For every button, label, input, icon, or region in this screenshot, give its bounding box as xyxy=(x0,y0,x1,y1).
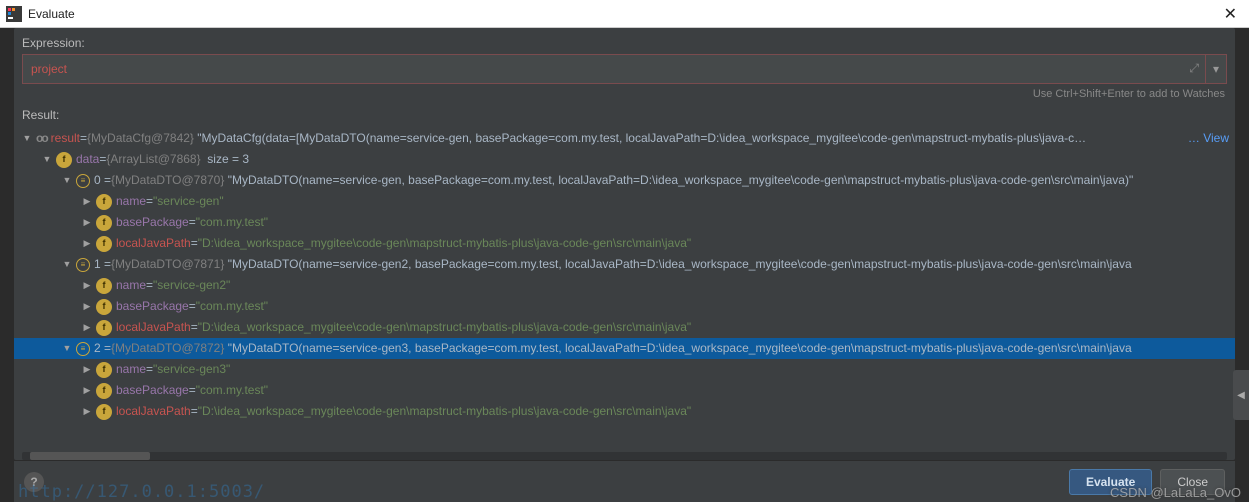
tree-row-field[interactable]: ▶flocalJavaPath = "D:\idea_workspace_myg… xyxy=(14,233,1235,254)
tree-row-item[interactable]: ▼≡1 = {MyDataDTO@7871} "MyDataDTO(name=s… xyxy=(14,254,1235,275)
tree-row-item[interactable]: ▼≡2 = {MyDataDTO@7872} "MyDataDTO(name=s… xyxy=(14,338,1235,359)
tree-row-field[interactable]: ▶flocalJavaPath = "D:\idea_workspace_myg… xyxy=(14,317,1235,338)
expand-toggle[interactable]: ▶ xyxy=(80,212,94,233)
expand-toggle[interactable]: ▶ xyxy=(80,191,94,212)
element-icon: ≡ xyxy=(76,174,90,188)
side-tool-button[interactable]: ◀ xyxy=(1233,370,1249,420)
window-title: Evaluate xyxy=(28,7,1218,21)
expand-toggle[interactable]: ▶ xyxy=(80,296,94,317)
expression-input[interactable]: project ⤢ xyxy=(22,54,1205,84)
tree-row-field[interactable]: ▶fname = "service-gen3" xyxy=(14,359,1235,380)
view-link[interactable]: … View xyxy=(1188,128,1235,149)
tree-row-field[interactable]: ▶flocalJavaPath = "D:\idea_workspace_myg… xyxy=(14,401,1235,422)
expression-history-dropdown[interactable]: ▾ xyxy=(1205,54,1227,84)
field-icon: f xyxy=(96,236,112,252)
tree-row-field[interactable]: ▶fbasePackage = "com.my.test" xyxy=(14,380,1235,401)
tree-row-field[interactable]: ▶fbasePackage = "com.my.test" xyxy=(14,212,1235,233)
field-icon: f xyxy=(96,383,112,399)
scrollbar-thumb[interactable] xyxy=(30,452,150,460)
evaluate-panel: Expression: project ⤢ ▾ Use Ctrl+Shift+E… xyxy=(14,28,1235,460)
horizontal-scrollbar[interactable] xyxy=(22,452,1227,460)
tree-row-item[interactable]: ▼≡0 = {MyDataDTO@7870} "MyDataDTO(name=s… xyxy=(14,170,1235,191)
field-icon: f xyxy=(96,362,112,378)
tree-row-result[interactable]: ▼ oo result = {MyDataCfg@7842} "MyDataCf… xyxy=(14,128,1235,149)
field-icon: f xyxy=(96,320,112,336)
tree-row-data[interactable]: ▼ f data = {ArrayList@7868} size = 3 xyxy=(14,149,1235,170)
result-icon: oo xyxy=(36,128,47,149)
expand-toggle[interactable]: ▶ xyxy=(80,317,94,338)
dialog-footer: ? Evaluate Close xyxy=(14,460,1235,502)
expand-toggle[interactable]: ▼ xyxy=(60,254,74,275)
intellij-icon xyxy=(6,6,22,22)
expand-toggle[interactable]: ▼ xyxy=(60,338,74,359)
field-icon: f xyxy=(96,404,112,420)
help-button[interactable]: ? xyxy=(24,472,44,492)
expression-text: project xyxy=(31,62,67,76)
expand-toggle[interactable]: ▼ xyxy=(40,149,54,170)
evaluate-button[interactable]: Evaluate xyxy=(1069,469,1152,495)
expand-toggle[interactable]: ▶ xyxy=(80,359,94,380)
expand-toggle[interactable]: ▶ xyxy=(80,275,94,296)
close-icon[interactable]: ✕ xyxy=(1218,4,1243,24)
field-icon: f xyxy=(96,194,112,210)
field-icon: f xyxy=(96,299,112,315)
expand-icon[interactable]: ⤢ xyxy=(1189,61,1199,76)
expand-toggle[interactable]: ▼ xyxy=(20,128,34,149)
field-icon: f xyxy=(56,152,72,168)
expression-label: Expression: xyxy=(14,28,1235,54)
field-icon: f xyxy=(96,278,112,294)
tree-row-field[interactable]: ▶fbasePackage = "com.my.test" xyxy=(14,296,1235,317)
expand-toggle[interactable]: ▶ xyxy=(80,233,94,254)
expand-toggle[interactable]: ▶ xyxy=(80,380,94,401)
tree-row-field[interactable]: ▶fname = "service-gen" xyxy=(14,191,1235,212)
close-button[interactable]: Close xyxy=(1160,469,1225,495)
tree-row-field[interactable]: ▶fname = "service-gen2" xyxy=(14,275,1235,296)
element-icon: ≡ xyxy=(76,342,90,356)
hint-text: Use Ctrl+Shift+Enter to add to Watches xyxy=(14,84,1235,108)
element-icon: ≡ xyxy=(76,258,90,272)
field-icon: f xyxy=(96,215,112,231)
expand-toggle[interactable]: ▼ xyxy=(60,170,74,191)
expand-toggle[interactable]: ▶ xyxy=(80,401,94,422)
titlebar: Evaluate ✕ xyxy=(0,0,1249,28)
result-tree[interactable]: ▼ oo result = {MyDataCfg@7842} "MyDataCf… xyxy=(14,126,1235,452)
result-label: Result: xyxy=(14,108,1235,126)
